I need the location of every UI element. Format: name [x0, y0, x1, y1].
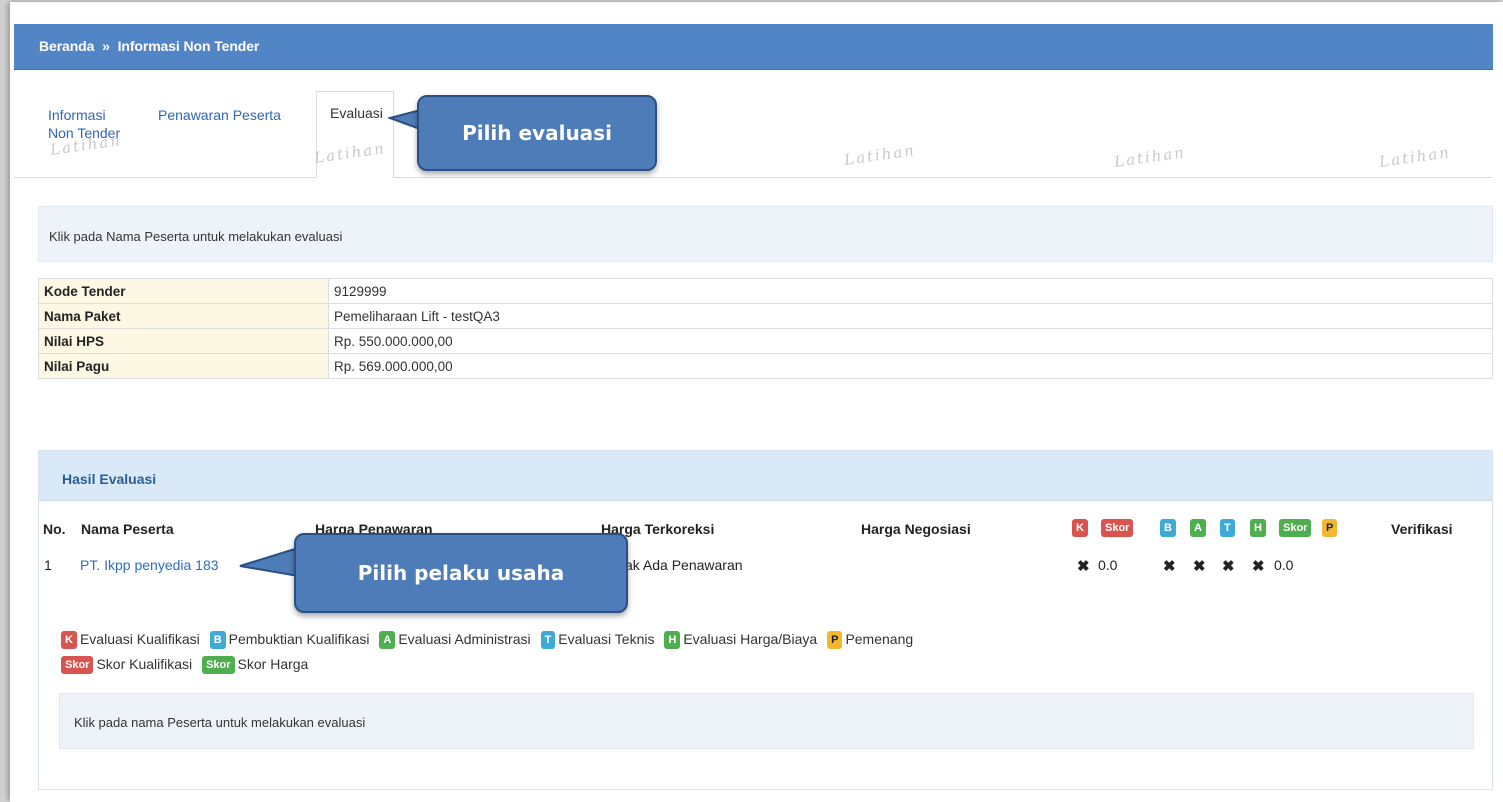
- detail-key: Nama Paket: [38, 303, 329, 329]
- note-alert: Klik pada nama Peserta untuk melakukan e…: [59, 693, 1474, 749]
- breadcrumb-home[interactable]: Beranda: [39, 38, 94, 54]
- legend-item: A Evaluasi Administrasi: [379, 631, 531, 650]
- badge-k: K: [61, 631, 77, 650]
- cross-icon: ✖: [1193, 558, 1206, 575]
- legend-label: Pembuktian Kualifikasi: [228, 631, 370, 647]
- legend-label: Evaluasi Teknis: [558, 631, 655, 647]
- watermark: Latihan: [1378, 143, 1452, 171]
- badge-p: P: [827, 631, 843, 650]
- cross-icon: ✖: [1222, 558, 1235, 575]
- skor-harga-value: 0.0: [1274, 557, 1294, 573]
- legend-item: P Pemenang: [827, 631, 914, 650]
- detail-value: Rp. 569.000.000,00: [328, 353, 1493, 379]
- badge-h: H: [1250, 519, 1266, 537]
- legend-item: B Pembuktian Kualifikasi: [209, 631, 370, 650]
- badge-k: K: [1072, 519, 1088, 537]
- legend-label: Skor Kualifikasi: [96, 656, 193, 672]
- tab-label-line1: Informasi: [48, 107, 106, 123]
- col-header-harga-negosiasi: Harga Negosiasi: [861, 521, 971, 537]
- table-row: Nama Paket Pemeliharaan Lift - testQA3: [38, 303, 1493, 329]
- legend-item: T Evaluasi Teknis: [540, 631, 655, 650]
- badge-p: P: [1322, 519, 1338, 537]
- detail-key: Nilai Pagu: [38, 353, 329, 379]
- breadcrumb-separator: »: [102, 38, 110, 54]
- skor-kualifikasi-value: 0.0: [1098, 557, 1118, 573]
- breadcrumb-current: Informasi Non Tender: [117, 38, 260, 54]
- info-alert-text: Klik pada Nama Peserta untuk melakukan e…: [49, 229, 343, 244]
- col-header-verifikasi: Verifikasi: [1391, 521, 1453, 537]
- breadcrumb: Beranda » Informasi Non Tender: [39, 38, 259, 54]
- tab-penawaran-peserta[interactable]: Penawaran Peserta: [158, 106, 281, 124]
- badge-a: A: [1190, 519, 1206, 537]
- hasil-evaluasi-panel: Hasil Evaluasi No. Nama Peserta Harga Pe…: [38, 450, 1493, 790]
- callout-pilih-evaluasi: Pilih evaluasi: [417, 95, 657, 171]
- legend-label: Evaluasi Administrasi: [398, 631, 531, 647]
- table-row: Nilai HPS Rp. 550.000.000,00: [38, 328, 1493, 354]
- cross-icon: ✖: [1077, 558, 1090, 575]
- legend-item: Skor Skor Harga: [202, 656, 309, 675]
- header-bar: Beranda » Informasi Non Tender: [14, 24, 1493, 70]
- cross-icon: ✖: [1252, 558, 1265, 575]
- legend-item: Skor Skor Kualifikasi: [61, 656, 193, 675]
- badge-b: B: [1160, 519, 1176, 537]
- badge-t: T: [1220, 519, 1235, 537]
- badge-b: B: [209, 631, 226, 650]
- legend-line-2: Skor Skor Kualifikasi Skor Skor Harga: [61, 656, 314, 675]
- badge-skor-kualifikasi: Skor: [61, 656, 94, 675]
- col-header-nama-peserta: Nama Peserta: [81, 521, 174, 537]
- badge-t: T: [540, 631, 556, 650]
- detail-value: 9129999: [328, 278, 1493, 304]
- detail-value: Rp. 550.000.000,00: [328, 328, 1493, 354]
- participant-link[interactable]: PT. Ikpp penyedia 183: [80, 557, 219, 573]
- table-row: Kode Tender 9129999: [38, 278, 1493, 304]
- detail-key: Kode Tender: [38, 278, 329, 304]
- panel-header: Hasil Evaluasi: [39, 451, 1492, 501]
- legend-item: K Evaluasi Kualifikasi: [61, 631, 200, 650]
- detail-key: Nilai HPS: [38, 328, 329, 354]
- corrected-price: ak Ada Penawaran: [625, 557, 743, 573]
- legend-label: Evaluasi Harga/Biaya: [683, 631, 818, 647]
- cross-icon: ✖: [1163, 558, 1176, 575]
- badge-skor-harga: Skor: [1279, 519, 1312, 537]
- detail-value: Pemeliharaan Lift - testQA3: [328, 303, 1493, 329]
- legend-label: Evaluasi Kualifikasi: [79, 631, 200, 647]
- col-header-no: No.: [43, 521, 66, 537]
- panel-title: Hasil Evaluasi: [62, 471, 157, 487]
- tender-details-table: Kode Tender 9129999 Nama Paket Pemelihar…: [38, 278, 1493, 379]
- legend-label: Pemenang: [845, 631, 914, 647]
- badge-skor-kualifikasi: Skor: [1101, 519, 1134, 537]
- table-row: Nilai Pagu Rp. 569.000.000,00: [38, 353, 1493, 379]
- badge-skor-harga: Skor: [202, 656, 235, 675]
- badge-h: H: [664, 631, 681, 650]
- callout-pilih-pelaku-usaha: Pilih pelaku usaha: [294, 533, 628, 613]
- watermark: Latihan: [1113, 143, 1187, 171]
- badge-a: A: [379, 631, 396, 650]
- info-alert: Klik pada Nama Peserta untuk melakukan e…: [38, 206, 1493, 262]
- legend-label: Skor Harga: [237, 656, 309, 672]
- tab-evaluasi[interactable]: Evaluasi: [316, 91, 394, 179]
- legend-line-1: K Evaluasi Kualifikasi B Pembuktian Kualif…: [61, 631, 919, 650]
- watermark: Latihan: [843, 141, 917, 169]
- tab-bar: Informasi Non Tender Penawaran Peserta E…: [14, 70, 1493, 179]
- legend-item: H Evaluasi Harga/Biaya: [664, 631, 818, 650]
- note-alert-text: Klik pada nama Peserta untuk melakukan e…: [74, 715, 366, 730]
- row-number: 1: [44, 557, 52, 573]
